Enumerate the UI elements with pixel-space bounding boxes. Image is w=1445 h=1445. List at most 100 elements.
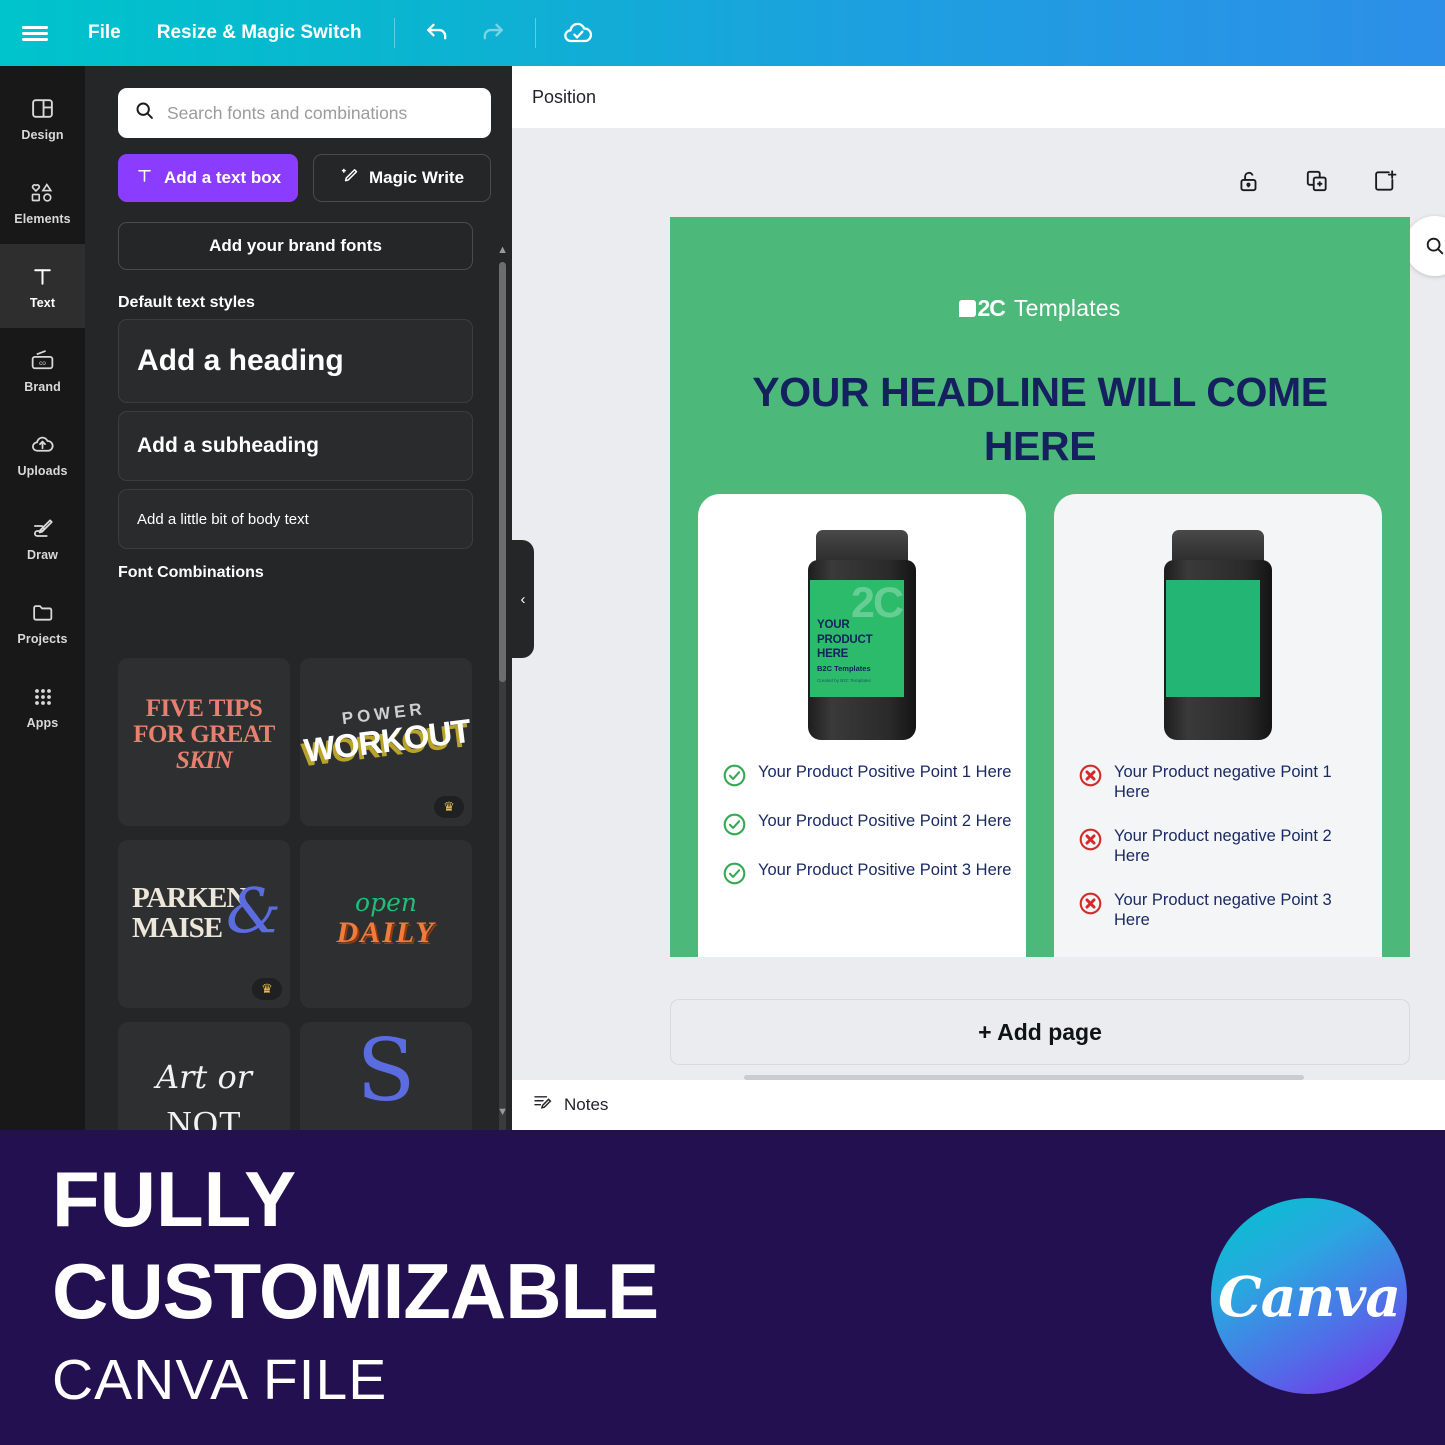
combo-line: Art or [156,1058,252,1096]
search-icon [134,100,155,126]
add-text-box-button[interactable]: Add a text box [118,154,298,202]
bottle-label-fineprint: Created by B2C Templates [817,678,871,683]
add-brand-fonts-button[interactable]: Add your brand fonts [118,222,473,270]
notes-label: Notes [564,1095,609,1114]
bottle-label: 2C YOUR PRODUCT HERE B2C Templates Creat… [810,580,904,697]
brand-logo: 2C Templates [670,295,1410,322]
sidebar-item-apps[interactable]: Apps [0,664,85,748]
redo-icon[interactable] [465,0,521,66]
bottle-label-title: YOUR PRODUCT HERE [817,619,873,661]
point-text: Your Product negative Point 3 Here [1114,890,1332,930]
position-button[interactable]: Position [532,87,596,108]
sidebar-item-projects[interactable]: Projects [0,580,85,664]
sidebar-item-brand[interactable]: co Brand [0,328,85,412]
sidebar-item-design[interactable]: Design [0,76,85,160]
product-bottle-left: 2C YOUR PRODUCT HERE B2C Templates Creat… [802,530,922,740]
positive-card[interactable]: 2C YOUR PRODUCT HERE B2C Templates Creat… [698,494,1026,957]
add-page-button[interactable]: + Add page [670,999,1410,1065]
combo-line: FOR GREAT [133,721,275,748]
scroll-down-arrow[interactable]: ▼ [497,1106,508,1118]
bottle-label [1166,580,1260,697]
search-icon [1426,237,1444,255]
unlock-icon[interactable] [1234,166,1264,196]
combo-line: S [356,1022,416,1121]
font-combination-card[interactable]: S surname ♛ [300,1022,472,1130]
cloud-check-icon[interactable] [550,0,606,66]
undo-icon[interactable] [409,0,465,66]
negative-card[interactable]: Your Product negative Point 1 Here Your … [1054,494,1382,957]
search-input[interactable] [167,102,475,124]
sidebar-item-elements[interactable]: Elements [0,160,85,244]
canva-logo: Canva [1211,1198,1407,1394]
canva-logo-text: Canva [1218,1263,1401,1329]
cross-circle-icon [1078,763,1103,788]
list-item[interactable]: Your Product Positive Point 2 Here [722,811,1012,837]
sidebar-item-text[interactable]: Text [0,244,85,328]
chevron-left-icon: ‹ [520,590,526,608]
point-text: Your Product Positive Point 2 Here [758,812,1012,830]
panel-collapse-button[interactable]: ‹ [512,540,534,658]
point-text: Your Product Positive Point 3 Here [758,861,1012,879]
font-combination-card[interactable]: open DAILY [300,840,472,1008]
sidebar-item-uploads[interactable]: Uploads [0,412,85,496]
combo-line: MAISE [132,911,223,944]
cross-circle-icon [1078,827,1103,852]
font-combination-card[interactable]: FIVE TIPS FOR GREAT SKIN [118,658,290,826]
magic-write-button[interactable]: Magic Write [313,154,491,202]
brand-logo-text: Templates [1013,295,1121,321]
notes-bar[interactable]: Notes [512,1080,1445,1130]
list-item[interactable]: Your Product Positive Point 3 Here [722,860,1012,886]
bottle-label-brand: B2C Templates [817,664,871,673]
text-action-buttons: Add a text box Magic Write [118,154,491,202]
pro-crown-icon: ♛ [252,978,282,1000]
text-box-icon [135,166,154,190]
page-tools [1234,166,1400,196]
sidebar-label-projects: Projects [17,631,68,646]
editor-area: Position 2C Templates YOUR HEADLINE WILL… [512,66,1445,1130]
file-menu[interactable]: File [70,0,139,66]
promo-line-1: FULLY [52,1155,297,1243]
font-combination-card[interactable]: POWER WORKOUT ♛ [300,658,472,826]
list-item[interactable]: Your Product negative Point 1 Here [1078,762,1368,803]
canvas-side-button[interactable] [1405,216,1445,276]
magic-pencil-icon [340,166,360,191]
check-circle-icon [722,861,747,886]
pro-crown-icon: ♛ [434,796,464,818]
panel-scrollbar[interactable] [499,262,506,1130]
list-item[interactable]: Your Product negative Point 3 Here [1078,890,1368,931]
toolbar-divider-2 [534,18,536,48]
scroll-up-arrow[interactable]: ▲ [497,244,508,256]
duplicate-icon[interactable] [1302,166,1332,196]
positive-points: Your Product Positive Point 1 Here Your … [722,762,1012,909]
hamburger-icon[interactable] [0,23,70,44]
point-text: Your Product negative Point 2 Here [1114,826,1332,866]
sidebar-label-brand: Brand [24,379,61,394]
style-add-subheading[interactable]: Add a subheading [118,411,473,481]
check-circle-icon [722,763,747,788]
sidebar-label-text: Text [29,295,56,310]
design-canvas[interactable]: 2C Templates YOUR HEADLINE WILL COME HER… [670,217,1410,957]
combo-line: SKIN [175,747,233,774]
default-text-styles-title: Default text styles [118,294,255,311]
combo-line: NOT [166,1104,242,1130]
left-rail: Design Elements Text co Brand Uploads Dr… [0,66,85,1130]
style-add-heading[interactable]: Add a heading [118,319,473,403]
add-page-icon[interactable] [1370,166,1400,196]
combo-line: & [226,874,282,947]
style-add-body-text[interactable]: Add a little bit of body text [118,489,473,549]
sidebar-label-draw: Draw [27,547,58,562]
product-bottle-right [1158,530,1278,740]
search-box[interactable] [118,88,491,138]
position-toolbar: Position [512,66,1445,128]
font-combinations-title: Font Combinations [118,564,264,581]
design-icon [30,95,55,123]
style-add-subheading-label: Add a subheading [137,434,320,457]
sidebar-item-draw[interactable]: Draw [0,496,85,580]
font-combination-card[interactable]: Art or NOT ♛ [118,1022,290,1130]
list-item[interactable]: Your Product Positive Point 1 Here [722,762,1012,788]
font-combination-card[interactable]: PARKEN MAISE & ♛ [118,840,290,1008]
resize-magic-switch-menu[interactable]: Resize & Magic Switch [139,0,380,66]
page-headline[interactable]: YOUR HEADLINE WILL COME HERE [710,365,1370,473]
list-item[interactable]: Your Product negative Point 2 Here [1078,826,1368,867]
top-toolbar: File Resize & Magic Switch [0,0,1445,66]
